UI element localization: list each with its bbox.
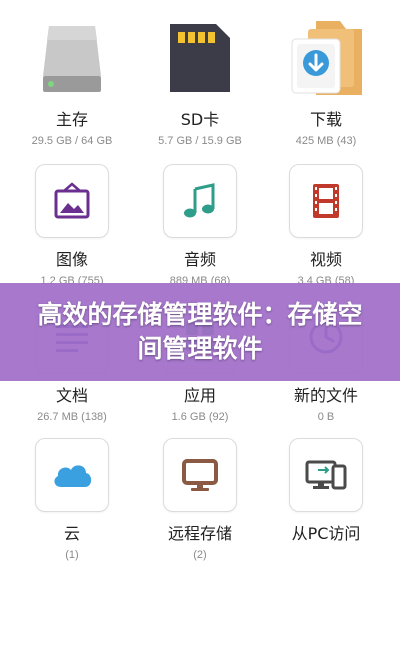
location-item-cloud[interactable]: 云 (1) (17, 438, 127, 562)
video-icon (289, 164, 363, 238)
item-label: 远程存储 (167, 524, 232, 543)
music-icon (163, 164, 237, 238)
item-label: 应用 (183, 386, 216, 405)
download-folder-icon (286, 18, 366, 98)
item-detail: (1) (65, 549, 79, 561)
item-label: 从PC访问 (291, 524, 361, 543)
item-label: 图像 (55, 250, 88, 269)
banner-title: 高效的存储管理软件：存储空间管理软件 (37, 300, 363, 363)
item-label: 音频 (183, 250, 216, 269)
item-detail: 5.7 GB / 15.9 GB (158, 135, 242, 147)
item-detail: 1.6 GB (92) (171, 411, 229, 423)
location-item-pc-access[interactable]: 从PC访问 (271, 438, 381, 544)
category-item-video[interactable]: 视频 3.4 GB (58) (271, 164, 381, 288)
item-detail: 26.7 MB (138) (37, 411, 107, 423)
item-label: 视频 (309, 250, 342, 269)
storage-item-downloads[interactable]: 下载 425 MB (43) (271, 18, 381, 148)
item-label: 主存 (55, 110, 88, 129)
category-item-images[interactable]: 图像 1.2 GB (755) (17, 164, 127, 288)
drive-icon (32, 18, 112, 98)
item-label: 下载 (309, 110, 342, 129)
item-label: 云 (63, 524, 80, 543)
storage-item-main[interactable]: 主存 29.5 GB / 64 GB (17, 18, 127, 148)
item-detail: 0 B (317, 411, 335, 423)
image-icon (35, 164, 109, 238)
sd-card-icon (160, 18, 240, 98)
item-detail: (2) (193, 549, 207, 561)
pc-phone-icon (289, 438, 363, 512)
category-item-audio[interactable]: 音频 889 MB (68) (145, 164, 255, 288)
title-banner: 高效的存储管理软件：存储空间管理软件 (0, 283, 400, 381)
location-item-remote[interactable]: 远程存储 (2) (145, 438, 255, 562)
storage-item-sd[interactable]: SD卡 5.7 GB / 15.9 GB (145, 18, 255, 148)
cloud-icon (35, 438, 109, 512)
item-label: 文档 (55, 386, 88, 405)
item-detail: 29.5 GB / 64 GB (31, 135, 113, 147)
monitor-icon (163, 438, 237, 512)
item-detail: 425 MB (43) (295, 135, 357, 147)
item-label: SD卡 (180, 110, 220, 129)
item-label: 新的文件 (293, 386, 358, 405)
